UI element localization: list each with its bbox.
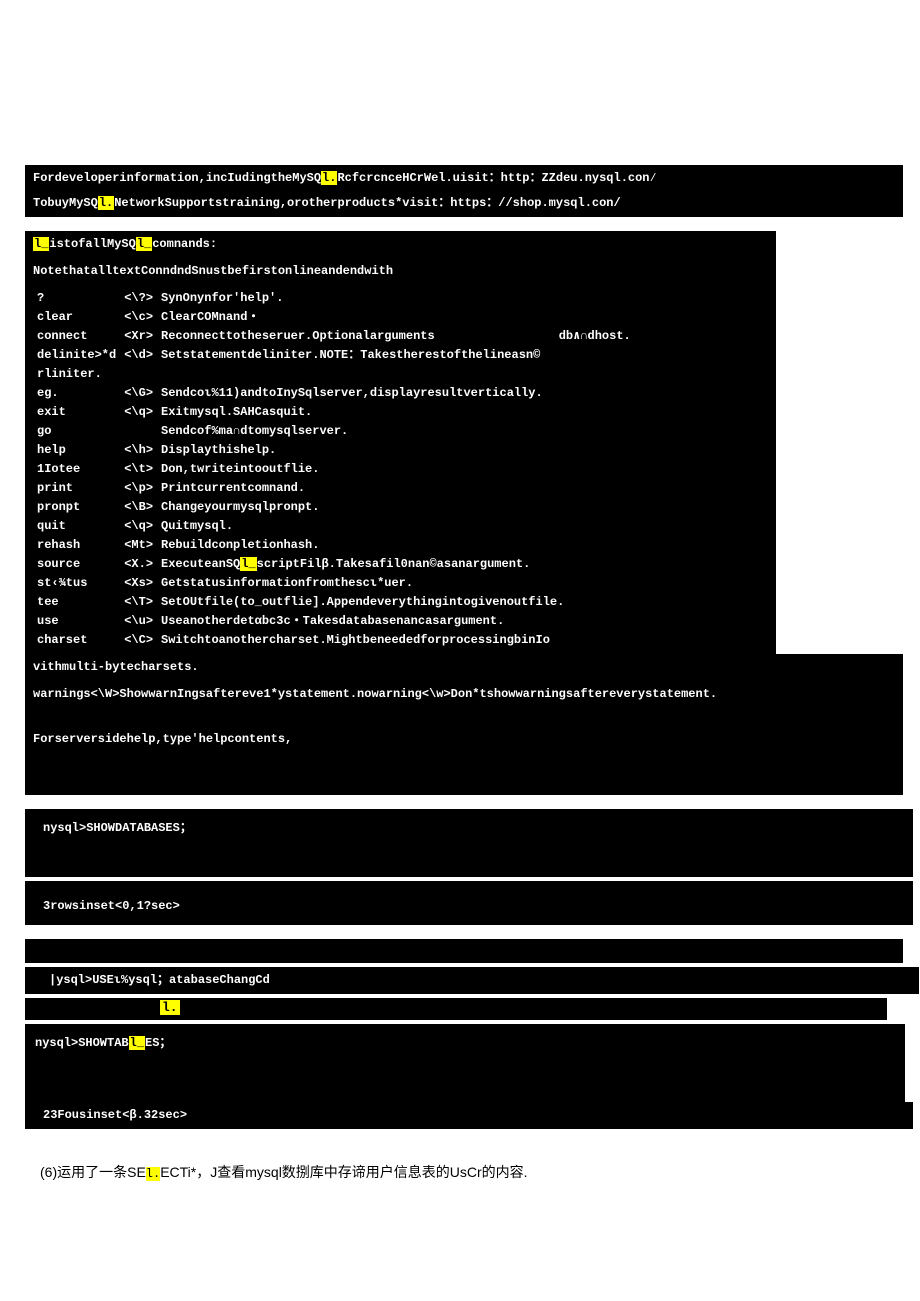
intro-block: Fordeveloperinformation,incIudingtheMySQ…	[25, 165, 903, 217]
table-row: rehash<Mt>Rebuildconpletionhash.	[33, 536, 635, 555]
table-row: rliniter.	[33, 365, 635, 384]
intro-line1-hl: l.	[321, 171, 337, 185]
note-text: NotethatalltextConndndSnustbefirstonline…	[33, 264, 393, 278]
hdr-hl1: l_	[33, 237, 49, 251]
table-row: print<\p>Printcurrentcomnand.	[33, 479, 635, 498]
table-row: delinite>*d<\d>Setstatementdeliniter.NOT…	[33, 346, 635, 365]
table-row: quit<\q>Quitmysql.	[33, 517, 635, 536]
intro-line2b: NetworkSupportstraining,orotherproducts*…	[114, 196, 620, 210]
table-row: ?<\?>SynOnynfor'help'.	[33, 289, 635, 308]
table-row: goSendcof%ma∩dtomysqlserver.	[33, 422, 635, 441]
table-row: pronpt<\B>Changeyourmysqlpronpt.	[33, 498, 635, 517]
showdb-result: 3rowsinset<0,1?sec>	[25, 881, 913, 925]
table-row: charset<\C>Switchtoanothercharset.Mightb…	[33, 631, 635, 650]
use-cmd: |ysql>USEι%ysql；atabaseChangCd	[49, 973, 270, 987]
showtables-a: nysql>SHOWTAB	[35, 1036, 129, 1050]
hl-l: l.	[160, 1000, 180, 1015]
use-block: |ysql>USEι%ysql；atabaseChangCd	[25, 967, 919, 994]
showdb-block: nysql>SHOWDATABASES；	[25, 809, 913, 877]
intro-line1a: Fordeveloperinformation,incIudingtheMySQ	[33, 171, 321, 185]
commands-table: ?<\?>SynOnynfor'help'. clear<\c>ClearCOM…	[33, 289, 635, 650]
showtables-res: 23Fousinset<β.32sec>	[43, 1108, 187, 1122]
tail3: Forserversidehelp,type'helpcontents,	[25, 726, 903, 753]
help-header: l_istofallMySQl_comnands:	[25, 231, 776, 258]
intro-line2a: TobuyMySQ	[33, 196, 98, 210]
hdr-txt: istofallMySQ	[49, 237, 135, 251]
table-row: use<\u>Useanotherdetαbc3c・Takesdatabasen…	[33, 612, 635, 631]
tail2: warnings<\W>ShowwarnIngsaftereve1*ystate…	[25, 681, 903, 708]
showdb-cmd: nysql>SHOWDATABASES；	[43, 821, 192, 835]
tail1: vithmulti-bytecharsets.	[25, 654, 903, 681]
table-row: exit<\q>Exitmysql.SAHCasquit.	[33, 403, 635, 422]
intro-line2-hl: l.	[98, 196, 114, 210]
hl-strip: l.	[25, 998, 887, 1020]
hdr-end: comnands:	[152, 237, 217, 251]
spacer	[25, 708, 903, 726]
hdr-hl2: l_	[136, 237, 152, 251]
table-row: connect<Xr>Reconnecttotheseruer.Optional…	[33, 327, 635, 346]
spacer	[25, 753, 903, 795]
table-row: source<X.>ExecuteanSQl_scriptFilβ.Takesa…	[33, 555, 635, 574]
table-row: st‹¾tus<Xs>Getstatusinformationfromthesc…	[33, 574, 635, 593]
help-table: ?<\?>SynOnynfor'help'. clear<\c>ClearCOM…	[25, 285, 776, 654]
showtables-hl: l_	[129, 1036, 145, 1050]
table-row: clear<\c>ClearCOMnand・	[33, 308, 635, 327]
showtables-block: nysql>SHOWTABl_ES；	[25, 1024, 905, 1102]
help-note: NotethatalltextConndndSnustbefirstonline…	[25, 258, 776, 285]
intro-line1b: RcfcrcnceHCrWel.uisit：http：ZZdeu.nysql.c…	[337, 171, 656, 185]
caption-text: (6)运用了一条SEl.ECTi*，J查看mysql数捌库中存谛用户信息表的Us…	[40, 1161, 880, 1185]
table-row: help<\h>Displaythishelp.	[33, 441, 635, 460]
table-row: tee<\T>SetOUtfile(to_outflie].Appendever…	[33, 593, 635, 612]
spacer	[25, 939, 903, 963]
showtables-b: ES；	[145, 1036, 171, 1050]
showdb-res: 3rowsinset<0,1?sec>	[43, 899, 180, 913]
table-row: eg.<\G>Sendcoι%11)andtoInySqlserver,disp…	[33, 384, 635, 403]
table-row: 1Iotee<\t>Don,twriteintooutflie.	[33, 460, 635, 479]
showtables-result: 23Fousinset<β.32sec>	[25, 1102, 913, 1129]
